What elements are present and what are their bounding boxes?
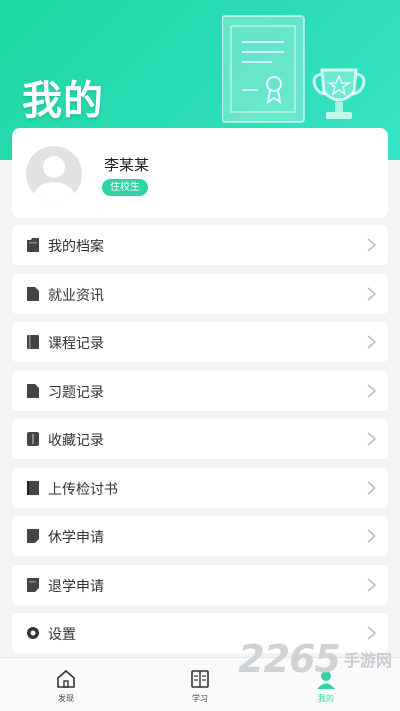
site-watermark: 2265 手游网 [238,634,392,684]
folder-icon [27,238,39,252]
menu-item-employment-news[interactable]: 就业资讯 [12,274,388,314]
menu-item-label: 就业资讯 [48,288,104,304]
menu-item-label: 上传检讨书 [48,482,118,498]
tab-label: 学习 [192,694,208,703]
note-icon [27,529,39,543]
certificate-trophy-icon [222,15,366,123]
menu-item-suspension-application[interactable]: 休学申请 [12,516,388,556]
menu-item-label: 休学申请 [48,530,104,546]
tab-discover[interactable]: 发现 [36,668,96,704]
watermark-text: 手游网 [343,651,392,670]
document-icon [27,481,39,495]
book-icon [27,335,39,349]
chevron-right-icon [367,481,376,495]
tab-label: 发现 [58,694,74,703]
chevron-right-icon [367,335,376,349]
chevron-right-icon [367,384,376,398]
chevron-right-icon [367,238,376,252]
menu-item-label: 习题记录 [48,385,104,401]
open-book-icon [191,670,209,688]
tab-study[interactable]: 学习 [170,668,230,704]
chevron-right-icon [367,287,376,301]
menu-item-label: 设置 [48,627,76,643]
gear-icon [27,627,39,639]
menu-item-favorites[interactable]: 收藏记录 [12,419,388,459]
document-icon [27,384,39,398]
menu-item-withdrawal-application[interactable]: 退学申请 [12,565,388,605]
menu-item-upload-self-criticism[interactable]: 上传检讨书 [12,468,388,508]
status-badge: 住校生 [102,179,148,196]
watermark-number: 2265 [238,637,341,681]
menu-item-exercise-records[interactable]: 习题记录 [12,371,388,411]
chevron-right-icon [367,578,376,592]
menu-item-course-records[interactable]: 课程记录 [12,322,388,362]
user-placeholder-icon [26,146,82,202]
tab-label: 我的 [318,694,334,703]
menu-item-label: 我的档案 [48,239,104,255]
bookmark-icon [27,432,39,446]
menu-item-my-archive[interactable]: 我的档案 [12,225,388,265]
menu-item-label: 退学申请 [48,579,104,595]
page-title: 我的 [22,78,104,124]
chevron-right-icon [367,529,376,543]
home-icon [57,669,75,688]
note-icon [27,578,39,592]
profile-card[interactable]: 李某某 住校生 [12,128,388,218]
document-icon [27,287,39,301]
menu-item-label: 课程记录 [48,336,104,352]
user-name: 李某某 [104,156,150,174]
avatar[interactable] [26,146,82,202]
menu-item-label: 收藏记录 [48,433,104,449]
chevron-right-icon [367,432,376,446]
